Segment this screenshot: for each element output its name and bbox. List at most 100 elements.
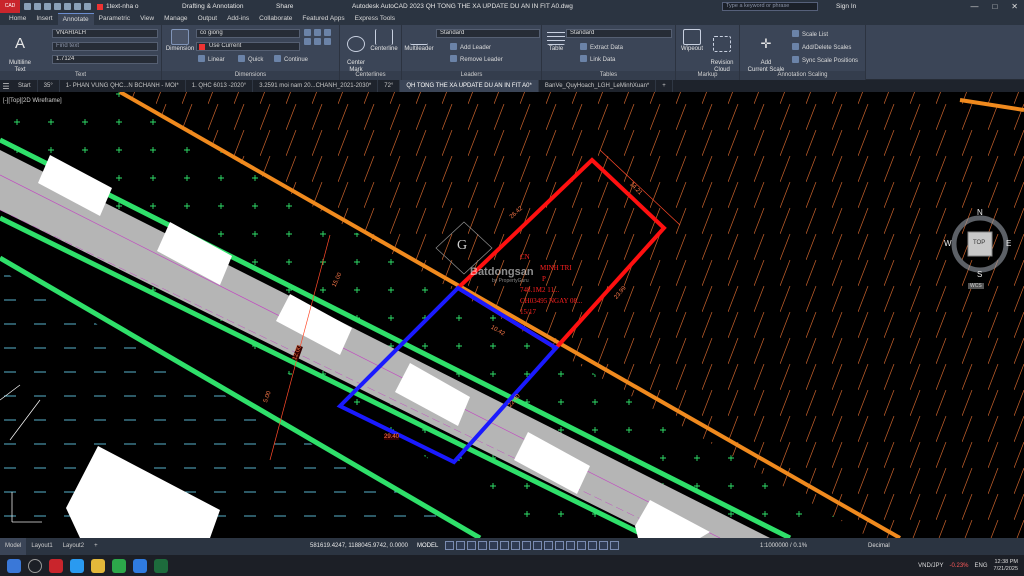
3dosnap-toggle-icon[interactable]: [555, 541, 564, 550]
snap-toggle-icon[interactable]: [456, 541, 465, 550]
ortho-toggle-icon[interactable]: [467, 541, 476, 550]
doc-tab[interactable]: 3.2591 moi nam 20...CHANH_2021-2030*: [253, 80, 379, 92]
dim-style-select[interactable]: co giong: [196, 29, 300, 38]
chrome-icon[interactable]: [112, 558, 126, 573]
layer-combo[interactable]: 1text-nha o: [106, 3, 168, 10]
currency-ticker[interactable]: VND/JPY: [918, 563, 943, 569]
tab-insert[interactable]: Insert: [31, 13, 57, 25]
clock[interactable]: 12:38 PM 7/21/2025: [994, 559, 1018, 573]
tab-annotate[interactable]: Annotate: [57, 13, 94, 25]
redo-icon[interactable]: [84, 3, 91, 10]
workspace-switch[interactable]: Drafting & Annotation: [182, 3, 268, 10]
units-select[interactable]: Decimal: [868, 543, 890, 549]
center-mark-button[interactable]: Center Mark: [342, 29, 370, 74]
dim-tool-grid[interactable]: [304, 29, 334, 53]
save-icon[interactable]: [44, 3, 51, 10]
saveas-icon[interactable]: [54, 3, 61, 10]
drawing-canvas[interactable]: G CN MINH TRI P 748.1M2 11... CH03495 NG…: [0, 92, 1024, 538]
tab-manage[interactable]: Manage: [159, 13, 193, 25]
doc-tab[interactable]: 72°: [378, 80, 401, 92]
zalo-icon[interactable]: [133, 558, 147, 573]
tab-collaborate[interactable]: Collaborate: [254, 13, 297, 25]
polar-toggle-icon[interactable]: [478, 541, 487, 550]
language-indicator[interactable]: ENG: [975, 563, 988, 569]
doc-tab[interactable]: 1- PHAN VUNG QHC...N BCHANH - MOI*: [60, 80, 186, 92]
revision-cloud-button[interactable]: Revision Cloud: [706, 29, 738, 74]
tab-home[interactable]: Home: [4, 13, 31, 25]
close-icon[interactable]: ✕: [1011, 0, 1018, 13]
layout-tab[interactable]: Layout1: [26, 538, 57, 555]
leader-style-select[interactable]: Standard: [436, 29, 540, 38]
tab-addins[interactable]: Add-ins: [222, 13, 254, 25]
grid-toggle-icon[interactable]: [445, 541, 454, 550]
minimize-icon[interactable]: —: [970, 0, 978, 13]
tab-express-tools[interactable]: Express Tools: [350, 13, 400, 25]
remove-leader-button[interactable]: Remove Leader: [450, 55, 503, 64]
annotation-visibility-icon[interactable]: [599, 541, 608, 550]
doc-tab[interactable]: BanVe_QuyHoach_LGH_LeMinhXuan*: [539, 80, 657, 92]
osnap-toggle-icon[interactable]: [500, 541, 509, 550]
add-current-scale-button[interactable]: ✛ Add Current Scale: [742, 29, 790, 74]
new-tab-button[interactable]: +: [656, 80, 673, 92]
gizmo-icon[interactable]: [588, 541, 597, 550]
centerline-button[interactable]: Centerline: [368, 29, 400, 53]
model-space-button[interactable]: MODEL: [417, 543, 438, 549]
table-button[interactable]: Table: [544, 29, 568, 53]
autoscale-icon[interactable]: [610, 541, 619, 550]
table-style-select[interactable]: Standard: [566, 29, 672, 38]
add-delete-scales-button[interactable]: Add/Delete Scales: [792, 43, 851, 52]
maximize-icon[interactable]: □: [992, 0, 997, 13]
viewport-label[interactable]: [-][Top][2D Wireframe]: [3, 98, 62, 104]
annotation-scale-select[interactable]: 1:1000000 / 0.1%: [760, 543, 807, 549]
share-button[interactable]: Share: [276, 3, 306, 10]
help-search-input[interactable]: Type a keyword or phrase: [722, 2, 818, 11]
link-data-button[interactable]: Link Data: [580, 55, 615, 64]
multileader-button[interactable]: Multileader: [402, 29, 436, 53]
signin-button[interactable]: Sign In: [836, 3, 856, 10]
tab-featured-apps[interactable]: Featured Apps: [297, 13, 349, 25]
otrack-toggle-icon[interactable]: [511, 541, 520, 550]
tab-parametric[interactable]: Parametric: [94, 13, 135, 25]
find-text-input[interactable]: Find text: [52, 42, 158, 51]
quick-button[interactable]: Quick: [238, 55, 263, 64]
text-height-select[interactable]: 1.7124: [52, 55, 158, 64]
drawing-svg[interactable]: [0, 92, 1024, 538]
undo-icon[interactable]: [74, 3, 81, 10]
scale-list-button[interactable]: Scale List: [792, 30, 828, 39]
selection-cycling-icon[interactable]: [544, 541, 553, 550]
text-style-select[interactable]: VNARIALH: [52, 29, 158, 38]
file-explorer-icon[interactable]: [91, 558, 105, 573]
layout-tab-model[interactable]: Model: [0, 538, 27, 555]
multiline-text-button[interactable]: A Multiline Text: [4, 29, 36, 74]
transparency-toggle-icon[interactable]: [533, 541, 542, 550]
wipeout-button[interactable]: Wipeout: [678, 29, 706, 53]
add-leader-button[interactable]: Add Leader: [450, 43, 491, 52]
doc-tab[interactable]: 1. QHC 6013 -2020°: [186, 80, 254, 92]
dimension-button[interactable]: Dimension: [164, 29, 196, 53]
dim-layer-select[interactable]: Use Current: [196, 42, 300, 51]
lineweight-toggle-icon[interactable]: [522, 541, 531, 550]
excel-icon[interactable]: [154, 558, 168, 573]
dynamic-ucs-icon[interactable]: [566, 541, 575, 550]
tab-output[interactable]: Output: [193, 13, 223, 25]
edge-icon[interactable]: [70, 558, 84, 573]
selection-filter-icon[interactable]: [577, 541, 586, 550]
doc-tab-start[interactable]: Start: [12, 80, 38, 92]
sync-scale-positions-button[interactable]: Sync Scale Positions: [792, 56, 858, 65]
coordinates-readout[interactable]: 581619.4247, 1188045.9742, 0.0000: [310, 543, 408, 549]
doc-menu-icon[interactable]: ☰: [0, 82, 12, 91]
plot-icon[interactable]: [64, 3, 71, 10]
new-icon[interactable]: [24, 3, 31, 10]
extract-data-button[interactable]: Extract Data: [580, 43, 623, 52]
doc-tab-active[interactable]: QH TONG THE XA UPDATE DU AN IN FIT A0*: [400, 80, 539, 92]
search-icon[interactable]: [28, 558, 42, 573]
isodraft-toggle-icon[interactable]: [489, 541, 498, 550]
continue-button[interactable]: Continue: [274, 55, 308, 64]
open-icon[interactable]: [34, 3, 41, 10]
add-layout-button[interactable]: +: [89, 538, 103, 555]
linear-button[interactable]: Linear: [198, 55, 225, 64]
windows-start-icon[interactable]: [7, 558, 21, 573]
autocad-logo-icon[interactable]: CAD: [0, 0, 20, 13]
doc-tab[interactable]: 35°: [38, 80, 60, 92]
layout-tab[interactable]: Layout2: [58, 538, 89, 555]
